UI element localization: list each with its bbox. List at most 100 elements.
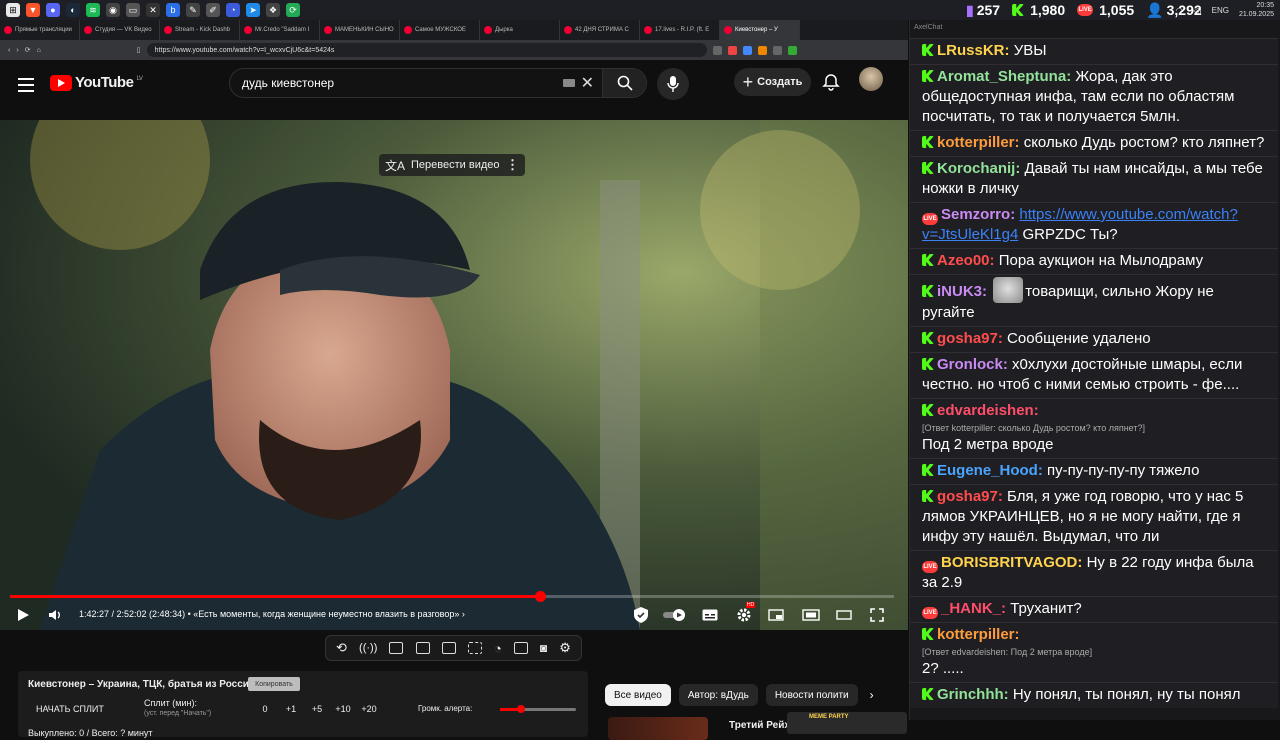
video-player[interactable]: 文A Перевести видео ⋮ 1:42:27 / 2:52:02 (… xyxy=(0,120,908,630)
speed-icon[interactable]: ◔ xyxy=(494,641,502,656)
chat-username[interactable]: Gronlock xyxy=(937,356,1003,373)
steam-icon[interactable]: ◐ xyxy=(66,3,80,17)
chat-username[interactable]: Semzorro xyxy=(941,206,1010,223)
menu-icon[interactable] xyxy=(18,78,34,92)
autoplay-toggle[interactable] xyxy=(662,604,688,626)
feather-icon[interactable]: ✐ xyxy=(206,3,220,17)
recommended-title[interactable]: Третий Рейх xyxy=(729,720,790,731)
app-b-icon[interactable]: b xyxy=(166,3,180,17)
chat-username[interactable]: Azeo00 xyxy=(937,252,990,269)
play-button[interactable] xyxy=(16,604,30,626)
extension-icon[interactable] xyxy=(712,45,722,55)
windows-icon[interactable]: ⊞ xyxy=(6,3,20,17)
browser-tab[interactable]: Самое МУЖСКОЕ xyxy=(400,20,480,40)
brave-icon[interactable]: ▼ xyxy=(26,3,40,17)
translate-video-button[interactable]: 文A Перевести видео ⋮ xyxy=(379,154,525,176)
bookmark-icon[interactable]: ▯ xyxy=(137,46,141,54)
chip-all-videos[interactable]: Все видео xyxy=(605,684,671,706)
chat-username[interactable]: gosha97 xyxy=(937,330,998,347)
create-button[interactable]: + Создать xyxy=(734,68,811,96)
split-add-5-button[interactable]: +5 xyxy=(304,704,330,714)
url-field[interactable]: https://www.youtube.com/watch?v=I_wcxvCj… xyxy=(146,43,707,57)
clear-icon[interactable]: ✕ xyxy=(581,73,594,93)
browser-tab[interactable]: Stream - Kick Dashb xyxy=(160,20,240,40)
browser-tab[interactable]: 17.lives - R.I.P. (ft. E xyxy=(640,20,720,40)
browser-tab[interactable]: Прямые трансляции xyxy=(0,20,80,40)
bell-icon[interactable] xyxy=(822,73,840,91)
telegram-icon[interactable]: ➤ xyxy=(246,3,260,17)
chip-politics-news[interactable]: Новости полити xyxy=(765,684,858,706)
shield-button[interactable] xyxy=(632,604,650,626)
chat-username[interactable]: kotterpiller xyxy=(937,134,1015,151)
chat-app-icon[interactable]: ◔ xyxy=(226,3,240,17)
extension-icon[interactable] xyxy=(772,45,782,55)
frame-icon[interactable] xyxy=(467,642,482,654)
browser-tab[interactable]: Mr.Credo "Saddam I xyxy=(240,20,320,40)
split-add-1-button[interactable]: +1 xyxy=(278,704,304,714)
chat-username[interactable]: Eugene_Hood xyxy=(937,462,1038,479)
browser-tab[interactable]: Дырка xyxy=(480,20,560,40)
back-icon[interactable]: ‹ xyxy=(8,47,10,54)
close-app-icon[interactable]: ✕ xyxy=(146,3,160,17)
broadcast-icon[interactable]: ((·)) xyxy=(359,642,377,654)
chat-username[interactable]: _HANK_ xyxy=(941,600,1001,617)
extension-icon[interactable] xyxy=(742,45,752,55)
miniplayer-button[interactable] xyxy=(768,604,784,626)
browser-tab[interactable]: 42 ДНЯ СТРИМА С xyxy=(560,20,640,40)
obs-icon[interactable]: ◉ xyxy=(106,3,120,17)
image-icon[interactable] xyxy=(441,642,456,654)
avatar[interactable] xyxy=(859,67,883,91)
browser-tab[interactable]: МАМЕНЬКИН СЫНО xyxy=(320,20,400,40)
discord-icon[interactable]: ● xyxy=(46,3,60,17)
search-input[interactable]: дудь киевстонер xyxy=(230,76,563,90)
alert-volume-slider[interactable] xyxy=(500,705,576,713)
settings-button[interactable]: HD xyxy=(736,602,756,626)
progress-bar[interactable] xyxy=(10,591,894,602)
extension-icon[interactable] xyxy=(727,45,737,55)
chat-username[interactable]: LRussKR xyxy=(937,42,1005,59)
gear-icon[interactable]: ⚙ xyxy=(559,640,571,656)
chapter-title[interactable]: «Есть моменты, когда женщине неуместно в… xyxy=(193,609,459,619)
reload-icon[interactable]: ⟳ xyxy=(25,46,31,54)
split-add-20-button[interactable]: +20 xyxy=(356,704,382,714)
home-icon[interactable]: ⌂ xyxy=(37,47,41,54)
chat-username[interactable]: Korochanij xyxy=(937,160,1015,177)
youtube-logo[interactable]: YouTube LV xyxy=(50,74,143,91)
chat-username[interactable]: gosha97 xyxy=(937,488,998,505)
chat-username[interactable]: Aromat_Sheptuna xyxy=(937,68,1066,85)
slider-handle[interactable] xyxy=(517,705,525,713)
browser-tab[interactable]: Киевстонер – У xyxy=(720,20,800,40)
clock[interactable]: 20:35 21.09.2025 xyxy=(1239,1,1274,19)
more-icon[interactable]: ⋮ xyxy=(506,157,519,173)
extension-icon[interactable] xyxy=(757,45,767,55)
forward-icon[interactable]: › xyxy=(16,47,18,54)
wifi-icon[interactable]: ◠ xyxy=(1176,6,1183,15)
extension-icon[interactable] xyxy=(787,45,797,55)
chat-username[interactable]: BORISBRITVAGOD xyxy=(941,554,1077,571)
split-add-10-button[interactable]: +10 xyxy=(330,704,356,714)
keyboard-icon[interactable] xyxy=(562,79,575,87)
spotify-icon[interactable]: ≋ xyxy=(86,3,100,17)
chat-username[interactable]: Grinchhh xyxy=(937,686,1004,703)
chip-author[interactable]: Автор: вДудь xyxy=(678,684,758,706)
voice-search-button[interactable] xyxy=(657,68,689,100)
chat-username[interactable]: edvardeishen xyxy=(937,402,1034,419)
copy-button[interactable]: Копировать xyxy=(248,677,300,691)
sync-icon[interactable]: ⟳ xyxy=(286,3,300,17)
search-button[interactable] xyxy=(602,69,646,97)
recommended-thumbnail[interactable] xyxy=(608,717,708,740)
start-split-button[interactable]: НАЧАТЬ СПЛИТ xyxy=(36,704,104,714)
clapper-icon[interactable] xyxy=(415,642,430,654)
volume-button[interactable] xyxy=(48,604,62,626)
theater-mode-button[interactable] xyxy=(802,604,820,626)
subtitles-button[interactable] xyxy=(702,604,718,626)
loop-icon[interactable]: ⟲ xyxy=(336,640,347,656)
watch-icon[interactable] xyxy=(389,642,404,654)
volume-icon[interactable]: ◁) xyxy=(1193,6,1202,15)
fullscreen-button[interactable] xyxy=(870,604,884,626)
tool-icon[interactable]: ✎ xyxy=(186,3,200,17)
app-icon[interactable]: ❖ xyxy=(266,3,280,17)
language[interactable]: ENG xyxy=(1212,6,1229,15)
monitor-icon[interactable]: ▭ xyxy=(126,3,140,17)
chevron-right-icon[interactable]: › xyxy=(866,684,878,706)
